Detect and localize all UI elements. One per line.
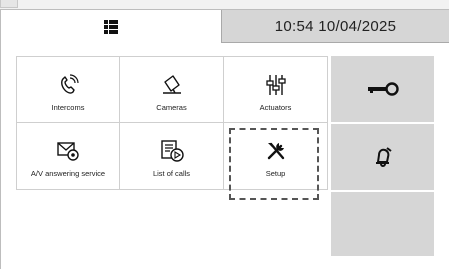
call-list-icon bbox=[160, 140, 184, 162]
cameras-label: Cameras bbox=[156, 102, 187, 112]
side-button-empty[interactable] bbox=[331, 192, 434, 256]
answering-service-tile[interactable]: A/V answering service bbox=[16, 123, 120, 190]
datetime-text: 10:54 10/04/2025 bbox=[274, 17, 397, 35]
intercoms-tile[interactable]: Intercoms bbox=[16, 56, 120, 123]
tools-icon bbox=[267, 142, 284, 160]
menu-tab[interactable] bbox=[1, 10, 221, 43]
top-strip bbox=[0, 0, 449, 9]
key-icon bbox=[367, 82, 399, 96]
tiles-grid: Intercoms Cameras Actuators A/V answerin… bbox=[16, 56, 328, 190]
actuators-tile[interactable]: Actuators bbox=[224, 56, 328, 123]
intercoms-label: Intercoms bbox=[51, 102, 85, 112]
list-of-calls-label: List of calls bbox=[152, 169, 191, 178]
datetime-display: 10:54 10/04/2025 bbox=[221, 10, 449, 43]
mute-bell-button[interactable] bbox=[331, 124, 434, 190]
actuators-icon bbox=[265, 74, 286, 95]
left-border bbox=[0, 10, 1, 269]
actuators-label: Actuators bbox=[259, 102, 292, 112]
setup-tile[interactable]: Setup bbox=[224, 123, 328, 190]
cameras-tile[interactable]: Cameras bbox=[120, 56, 224, 123]
grid-menu-icon bbox=[104, 19, 118, 34]
intercom-handset-icon bbox=[61, 73, 79, 94]
setup-label: Setup bbox=[265, 169, 286, 178]
door-open-button[interactable] bbox=[331, 56, 434, 122]
camera-icon bbox=[162, 74, 181, 94]
bell-muted-icon bbox=[375, 147, 392, 167]
list-of-calls-tile[interactable]: List of calls bbox=[120, 123, 224, 190]
window-tab-stub bbox=[0, 0, 18, 8]
answering-service-label: A/V answering service bbox=[30, 169, 106, 178]
answering-service-icon bbox=[57, 142, 79, 161]
